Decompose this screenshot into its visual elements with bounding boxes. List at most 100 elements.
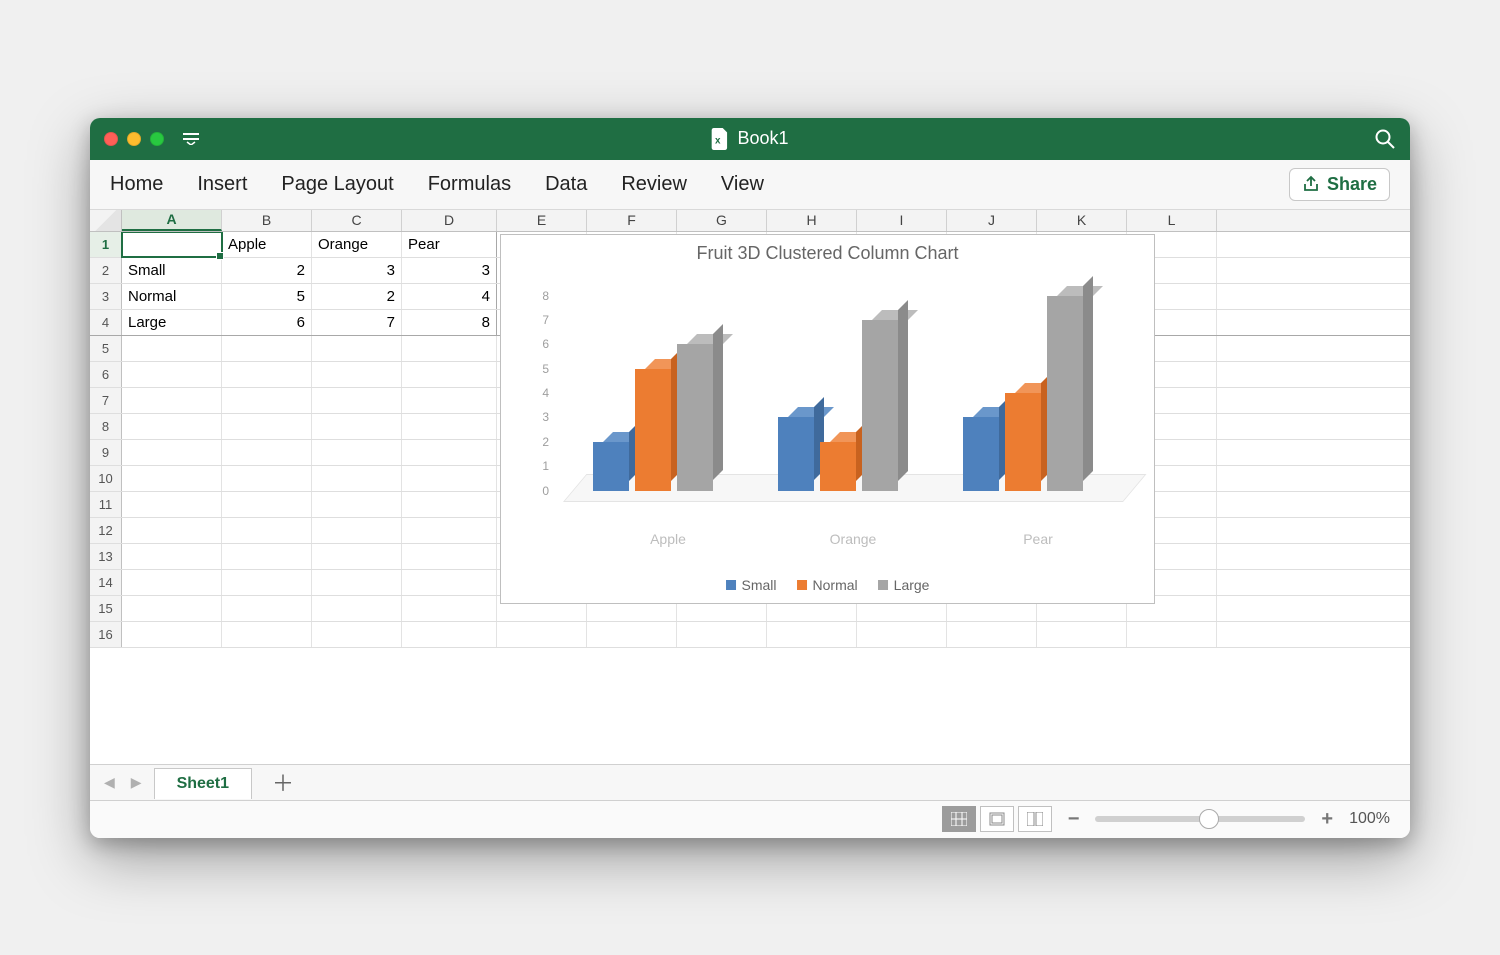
- cell-A16[interactable]: [122, 622, 222, 647]
- cell-A5[interactable]: [122, 336, 222, 361]
- cell-D3[interactable]: 4: [402, 284, 497, 309]
- column-header-H[interactable]: H: [767, 210, 857, 231]
- ribbon-tab-review[interactable]: Review: [621, 173, 687, 196]
- share-button[interactable]: Share: [1289, 168, 1390, 201]
- cell-A2[interactable]: Small: [122, 258, 222, 283]
- customize-toolbar-icon[interactable]: [182, 133, 200, 145]
- row-header-15[interactable]: 15: [90, 596, 122, 621]
- minimize-window-button[interactable]: [127, 132, 141, 146]
- cell-A6[interactable]: [122, 362, 222, 387]
- zoom-slider[interactable]: [1095, 816, 1305, 822]
- cell-C9[interactable]: [312, 440, 402, 465]
- cell-A10[interactable]: [122, 466, 222, 491]
- row-header-7[interactable]: 7: [90, 388, 122, 413]
- cell-B8[interactable]: [222, 414, 312, 439]
- cell-B3[interactable]: 5: [222, 284, 312, 309]
- cell-B4[interactable]: 6: [222, 310, 312, 335]
- cell-L16[interactable]: [1127, 622, 1217, 647]
- cell-B1[interactable]: Apple: [222, 232, 312, 257]
- cell-G16[interactable]: [677, 622, 767, 647]
- cell-I16[interactable]: [857, 622, 947, 647]
- row-header-2[interactable]: 2: [90, 258, 122, 283]
- cell-A3[interactable]: Normal: [122, 284, 222, 309]
- cell-B16[interactable]: [222, 622, 312, 647]
- cell-D9[interactable]: [402, 440, 497, 465]
- cell-C13[interactable]: [312, 544, 402, 569]
- cell-B2[interactable]: 2: [222, 258, 312, 283]
- cell-C1[interactable]: Orange: [312, 232, 402, 257]
- cell-A1[interactable]: [122, 232, 222, 257]
- row-header-6[interactable]: 6: [90, 362, 122, 387]
- column-header-A[interactable]: A: [122, 210, 222, 231]
- row-header-14[interactable]: 14: [90, 570, 122, 595]
- cell-B12[interactable]: [222, 518, 312, 543]
- cell-D13[interactable]: [402, 544, 497, 569]
- cell-C6[interactable]: [312, 362, 402, 387]
- cell-C12[interactable]: [312, 518, 402, 543]
- cell-C5[interactable]: [312, 336, 402, 361]
- column-header-F[interactable]: F: [587, 210, 677, 231]
- view-page-layout-button[interactable]: [980, 806, 1014, 832]
- search-button[interactable]: [1374, 128, 1396, 150]
- cell-C15[interactable]: [312, 596, 402, 621]
- column-header-K[interactable]: K: [1037, 210, 1127, 231]
- cell-A7[interactable]: [122, 388, 222, 413]
- view-normal-button[interactable]: [942, 806, 976, 832]
- row-header-9[interactable]: 9: [90, 440, 122, 465]
- cell-B5[interactable]: [222, 336, 312, 361]
- column-header-D[interactable]: D: [402, 210, 497, 231]
- next-sheet-button[interactable]: ▶: [127, 774, 146, 791]
- cell-C4[interactable]: 7: [312, 310, 402, 335]
- row-header-4[interactable]: 4: [90, 310, 122, 335]
- cell-C7[interactable]: [312, 388, 402, 413]
- cell-D10[interactable]: [402, 466, 497, 491]
- ribbon-tab-page-layout[interactable]: Page Layout: [281, 173, 393, 196]
- row-header-8[interactable]: 8: [90, 414, 122, 439]
- cell-B9[interactable]: [222, 440, 312, 465]
- cell-K16[interactable]: [1037, 622, 1127, 647]
- cell-J16[interactable]: [947, 622, 1037, 647]
- zoom-in-button[interactable]: +: [1321, 808, 1333, 831]
- row-header-5[interactable]: 5: [90, 336, 122, 361]
- cell-C16[interactable]: [312, 622, 402, 647]
- cell-E16[interactable]: [497, 622, 587, 647]
- prev-sheet-button[interactable]: ◀: [100, 774, 119, 791]
- cell-D2[interactable]: 3: [402, 258, 497, 283]
- cell-D11[interactable]: [402, 492, 497, 517]
- column-header-J[interactable]: J: [947, 210, 1037, 231]
- cell-D15[interactable]: [402, 596, 497, 621]
- cell-D5[interactable]: [402, 336, 497, 361]
- cell-A8[interactable]: [122, 414, 222, 439]
- cell-C3[interactable]: 2: [312, 284, 402, 309]
- row-header-11[interactable]: 11: [90, 492, 122, 517]
- cell-B14[interactable]: [222, 570, 312, 595]
- embedded-chart[interactable]: Fruit 3D Clustered Column Chart 01234567…: [500, 234, 1155, 604]
- column-header-G[interactable]: G: [677, 210, 767, 231]
- view-page-break-button[interactable]: [1018, 806, 1052, 832]
- cell-D1[interactable]: Pear: [402, 232, 497, 257]
- cell-C8[interactable]: [312, 414, 402, 439]
- row-header-16[interactable]: 16: [90, 622, 122, 647]
- cell-B7[interactable]: [222, 388, 312, 413]
- cell-C14[interactable]: [312, 570, 402, 595]
- cell-D4[interactable]: 8: [402, 310, 497, 335]
- cell-D6[interactable]: [402, 362, 497, 387]
- cell-D16[interactable]: [402, 622, 497, 647]
- cell-A12[interactable]: [122, 518, 222, 543]
- cell-B13[interactable]: [222, 544, 312, 569]
- cell-A4[interactable]: Large: [122, 310, 222, 335]
- cell-A14[interactable]: [122, 570, 222, 595]
- ribbon-tab-insert[interactable]: Insert: [197, 173, 247, 196]
- zoom-out-button[interactable]: −: [1068, 808, 1080, 831]
- ribbon-tab-data[interactable]: Data: [545, 173, 587, 196]
- cell-B6[interactable]: [222, 362, 312, 387]
- row-header-1[interactable]: 1: [90, 232, 122, 257]
- close-window-button[interactable]: [104, 132, 118, 146]
- cell-F16[interactable]: [587, 622, 677, 647]
- add-sheet-button[interactable]: ＋: [260, 766, 306, 798]
- row-header-13[interactable]: 13: [90, 544, 122, 569]
- column-header-E[interactable]: E: [497, 210, 587, 231]
- worksheet-grid[interactable]: 1AppleOrangePear2Small2333Normal5244Larg…: [90, 232, 1410, 764]
- cell-D12[interactable]: [402, 518, 497, 543]
- cell-B11[interactable]: [222, 492, 312, 517]
